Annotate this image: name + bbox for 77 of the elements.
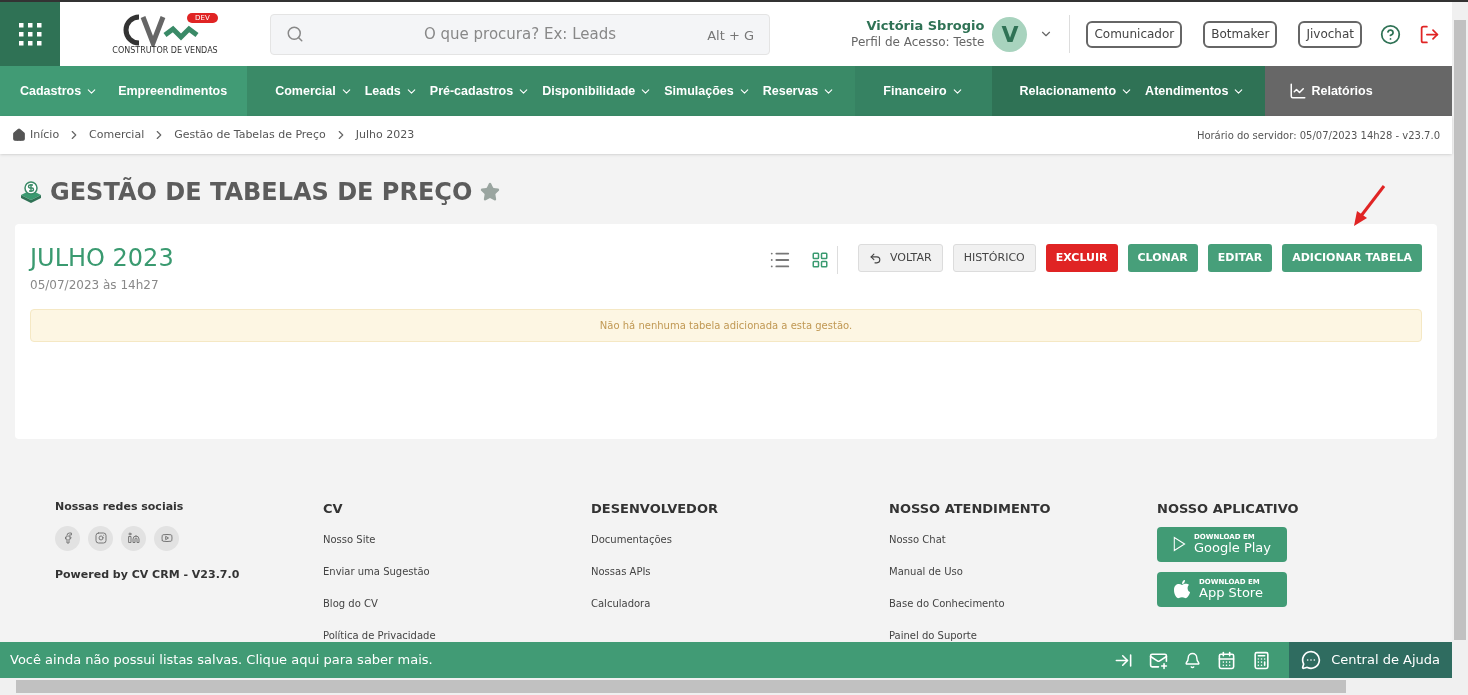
instagram-icon[interactable] bbox=[88, 525, 113, 551]
footer-link[interactable]: Blog do CV bbox=[323, 596, 591, 611]
help-center-button[interactable]: Central de Ajuda bbox=[1289, 642, 1452, 678]
header-button[interactable]: Comunicador bbox=[1086, 20, 1183, 48]
undo-icon bbox=[869, 251, 882, 265]
action-button[interactable]: EXCLUIR bbox=[1045, 244, 1118, 272]
user-profile: Perfil de Acesso: Teste bbox=[851, 34, 985, 50]
footer-link[interactable]: Nosso Chat bbox=[889, 532, 1157, 547]
store-name: Google Play bbox=[1193, 541, 1271, 554]
annotation-arrow bbox=[1351, 184, 1387, 228]
chart-icon bbox=[1289, 82, 1308, 100]
action-button[interactable]: HISTÓRICO bbox=[952, 244, 1036, 272]
nav-item[interactable]: Empreendimentos bbox=[118, 81, 228, 101]
mail-icon[interactable] bbox=[1149, 650, 1169, 670]
footer-link[interactable]: Painel do Suporte bbox=[889, 628, 1157, 643]
calendar-icon[interactable] bbox=[1217, 650, 1237, 670]
footer-link[interactable]: Nosso Site bbox=[323, 532, 591, 547]
action-button[interactable]: CLONAR bbox=[1127, 244, 1198, 272]
logo-caption: CONSTRUTOR DE VENDAS bbox=[112, 47, 218, 55]
footer-heading: DESENVOLVEDOR bbox=[591, 500, 719, 518]
breadcrumb-link[interactable]: Gestão de Tabelas de Preço bbox=[174, 126, 326, 144]
empty-alert: Não há nenhuma tabela adicionada a esta gestão. bbox=[30, 309, 1422, 342]
user-avatar[interactable]: V bbox=[992, 16, 1028, 52]
page-title: GESTÃO DE TABELAS DE PREÇO bbox=[50, 176, 473, 208]
footer-link[interactable]: Manual de Uso bbox=[889, 564, 1157, 579]
nav-item[interactable]: Pré-cadastros bbox=[429, 81, 531, 101]
nav-item[interactable]: Atendimentos bbox=[1145, 81, 1246, 101]
card-subtitle: 05/07/2023 às 14h27 bbox=[30, 277, 160, 294]
saved-lists-message[interactable]: Você ainda não possui listas salvas. Clique aqui para saber mais. bbox=[0, 650, 1115, 670]
chat-icon bbox=[1301, 650, 1322, 670]
nav-item[interactable]: Disponibilidade bbox=[542, 81, 653, 101]
favorite-star-icon[interactable] bbox=[480, 182, 501, 202]
nav-item[interactable]: Financeiro bbox=[883, 81, 964, 101]
nav-item[interactable]: Simulações bbox=[664, 81, 751, 101]
breadcrumb-link[interactable]: Início bbox=[30, 126, 60, 144]
breadcrumb-link[interactable]: Comercial bbox=[89, 126, 145, 144]
footer-heading: Nossas redes sociais bbox=[55, 499, 185, 515]
calculator-icon[interactable] bbox=[1252, 650, 1272, 670]
footer-heading: NOSSO ATENDIMENTO bbox=[889, 500, 1052, 518]
header-button[interactable]: Jivochat bbox=[1298, 20, 1362, 48]
nav-item[interactable]: Comercial bbox=[275, 81, 353, 101]
action-button[interactable]: VOLTAR bbox=[858, 244, 943, 272]
nav-item[interactable]: Reservas bbox=[762, 81, 836, 101]
nav-item[interactable]: Cadastros bbox=[20, 81, 99, 101]
footer-link[interactable]: Nossas APIs bbox=[591, 564, 889, 579]
user-name: Victória Sbrogio bbox=[866, 18, 985, 34]
help-icon[interactable] bbox=[1380, 23, 1401, 45]
footer-link[interactable]: Documentações bbox=[591, 532, 889, 547]
linkedin-icon[interactable] bbox=[121, 525, 146, 551]
home-icon bbox=[12, 128, 26, 142]
money-icon bbox=[20, 181, 42, 203]
footer-link[interactable]: Enviar uma Sugestão bbox=[323, 564, 591, 579]
footer-heading: NOSSO APLICATIVO bbox=[1157, 500, 1299, 518]
footer-link[interactable]: Calculadora bbox=[591, 596, 889, 611]
footer-link[interactable]: Política de Privacidade bbox=[323, 628, 591, 643]
store-name: App Store bbox=[1199, 586, 1263, 599]
header-button[interactable]: Botmaker bbox=[1203, 20, 1278, 48]
card-title: JULHO 2023 bbox=[30, 244, 174, 272]
server-time: Horário do servidor: 05/07/2023 14h28 - v23.7.0 bbox=[1196, 128, 1440, 143]
youtube-icon[interactable] bbox=[154, 525, 179, 551]
shortcut-hint: Alt + G bbox=[707, 26, 754, 45]
footer-heading: CV bbox=[323, 500, 344, 518]
grid-dots-icon bbox=[18, 22, 42, 46]
nav-item[interactable]: Relatórios bbox=[1289, 81, 1373, 101]
search-icon bbox=[286, 24, 304, 43]
nav-item[interactable]: Leads bbox=[364, 81, 418, 101]
breadcrumb-link[interactable]: Julho 2023 bbox=[355, 126, 415, 144]
powered-by: Powered by CV CRM - V23.7.0 bbox=[55, 566, 241, 583]
action-button[interactable]: ADICIONAR TABELA bbox=[1282, 244, 1422, 272]
facebook-icon[interactable] bbox=[55, 525, 80, 551]
action-button[interactable]: EDITAR bbox=[1207, 244, 1273, 272]
notification-icon[interactable] bbox=[1184, 651, 1202, 669]
apple-icon bbox=[1173, 579, 1191, 599]
apps-menu-button[interactable] bbox=[0, 2, 60, 66]
footer-link[interactable]: Base do Conhecimento bbox=[889, 596, 1157, 611]
nav-item[interactable]: Relacionamento bbox=[1019, 81, 1134, 101]
logout-icon[interactable] bbox=[1419, 23, 1440, 45]
